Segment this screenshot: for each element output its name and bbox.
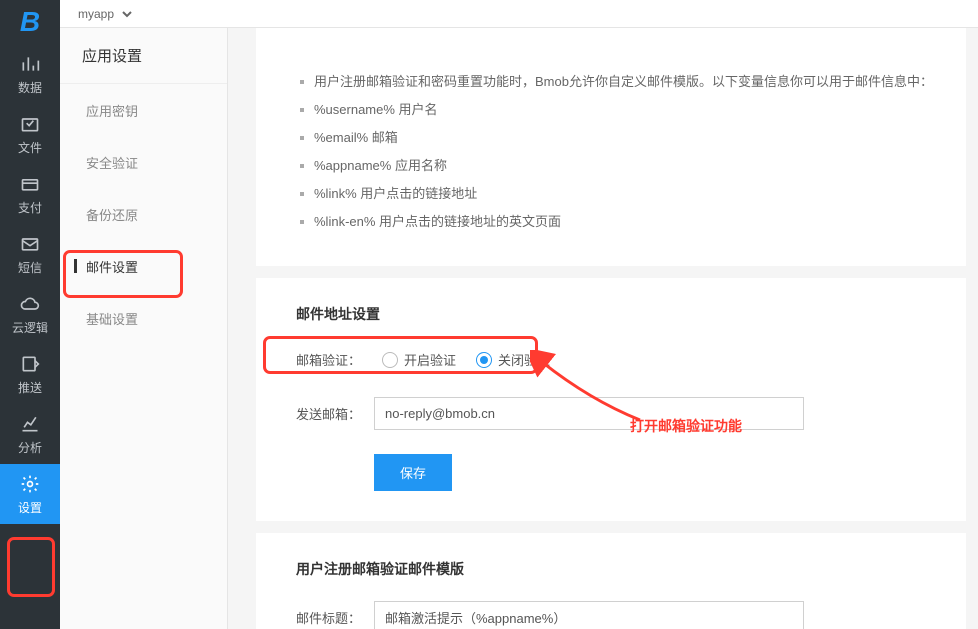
top-bar: myapp	[60, 0, 978, 28]
sidebar-item-push[interactable]: 推送	[0, 344, 60, 404]
menu-sidebar: 应用设置 应用密钥 安全验证 备份还原 邮件设置 基础设置	[60, 28, 228, 629]
sidebar-item-label: 短信	[18, 259, 42, 276]
radio-label: 开启验证	[404, 350, 456, 369]
radio-icon	[382, 352, 398, 368]
sidebar-item-label: 设置	[18, 499, 42, 516]
radio-label: 关闭验证	[498, 350, 550, 369]
subject-input[interactable]	[374, 601, 804, 629]
intro-line: 用户注册邮箱验证和密码重置功能时，Bmob允许你自定义邮件模版。以下变量信息你可…	[296, 68, 936, 96]
menu-item-basic[interactable]: 基础设置	[60, 292, 227, 344]
chart-icon	[19, 413, 41, 435]
sidebar-item-label: 支付	[18, 199, 42, 216]
cloud-icon	[19, 293, 41, 315]
sidebar-item-cloud[interactable]: 云逻辑	[0, 284, 60, 344]
envelope-icon	[19, 233, 41, 255]
intro-line: %link-en% 用户点击的链接地址的英文页面	[296, 208, 936, 236]
menu-item-appkey[interactable]: 应用密钥	[60, 84, 227, 136]
radio-close-verify[interactable]: 关闭验证	[476, 350, 550, 369]
icon-sidebar: B 数据 文件 支付 短信 云逻辑 推送	[0, 0, 60, 629]
form-row-subject: 邮件标题：	[296, 601, 936, 629]
sidebar-item-label: 文件	[18, 139, 42, 156]
sidebar-item-analyze[interactable]: 分析	[0, 404, 60, 464]
save-button[interactable]: 保存	[374, 454, 452, 491]
sidebar-item-pay[interactable]: 支付	[0, 164, 60, 224]
subject-label: 邮件标题：	[296, 608, 374, 627]
intro-panel: 用户注册邮箱验证和密码重置功能时，Bmob允许你自定义邮件模版。以下变量信息你可…	[256, 28, 966, 266]
intro-line: %username% 用户名	[296, 96, 936, 124]
sidebar-item-label: 云逻辑	[12, 319, 48, 336]
radio-open-verify[interactable]: 开启验证	[382, 350, 456, 369]
sidebar-item-files[interactable]: 文件	[0, 104, 60, 164]
gear-icon	[19, 473, 41, 495]
card-icon	[19, 173, 41, 195]
email-settings-panel: 邮件地址设置 邮箱验证： 开启验证 关闭验证 发送邮箱： 保存	[256, 278, 966, 521]
template-panel: 用户注册邮箱验证邮件模版 邮件标题：	[256, 533, 966, 629]
section-title: 邮件地址设置	[296, 304, 936, 324]
intro-list: 用户注册邮箱验证和密码重置功能时，Bmob允许你自定义邮件模版。以下变量信息你可…	[296, 68, 936, 236]
app-selector[interactable]: myapp	[70, 2, 135, 26]
menu-header: 应用设置	[60, 28, 227, 84]
form-row-verify: 邮箱验证： 开启验证 关闭验证	[296, 346, 936, 373]
menu-item-email[interactable]: 邮件设置	[60, 240, 227, 292]
verify-label: 邮箱验证：	[296, 350, 374, 369]
radio-group-verify: 开启验证 关闭验证	[374, 346, 558, 373]
form-row-sender: 发送邮箱：	[296, 397, 936, 430]
sidebar-item-label: 分析	[18, 439, 42, 456]
sidebar-item-label: 推送	[18, 379, 42, 396]
menu-item-security[interactable]: 安全验证	[60, 136, 227, 188]
radio-icon	[476, 352, 492, 368]
section-title: 用户注册邮箱验证邮件模版	[296, 559, 936, 579]
annotation-text: 打开邮箱验证功能	[630, 416, 742, 436]
intro-line: %appname% 应用名称	[296, 152, 936, 180]
send-icon	[19, 353, 41, 375]
main-content: 用户注册邮箱验证和密码重置功能时，Bmob允许你自定义邮件模版。以下变量信息你可…	[228, 28, 978, 629]
logo: B	[0, 0, 60, 44]
sender-label: 发送邮箱：	[296, 404, 374, 423]
sidebar-item-settings[interactable]: 设置	[0, 464, 60, 524]
sidebar-item-data[interactable]: 数据	[0, 44, 60, 104]
sidebar-item-sms[interactable]: 短信	[0, 224, 60, 284]
intro-line: %link% 用户点击的链接地址	[296, 180, 936, 208]
sidebar-item-label: 数据	[18, 79, 42, 96]
intro-line: %email% 邮箱	[296, 124, 936, 152]
folder-icon	[19, 113, 41, 135]
bars-icon	[19, 53, 41, 75]
menu-item-backup[interactable]: 备份还原	[60, 188, 227, 240]
